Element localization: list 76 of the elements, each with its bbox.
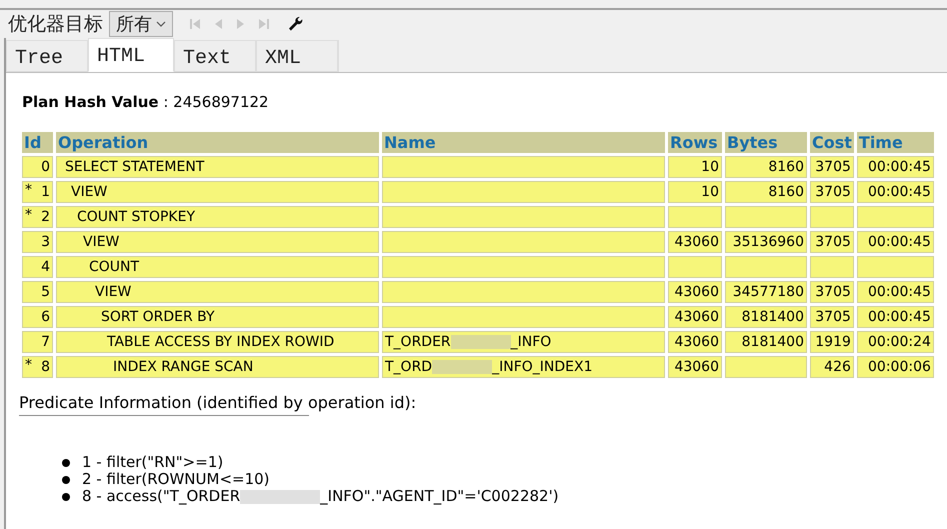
table-cell: 10 [668, 181, 722, 203]
table-cell: 00:00:45 [856, 156, 934, 178]
table-cell: 8160 [725, 156, 807, 178]
plan-hash-value: Plan Hash Value : 2456897122 [22, 93, 270, 111]
table-cell: 43060 [668, 331, 722, 353]
column-header: Time [856, 132, 934, 153]
table-cell: 0 [22, 156, 53, 178]
redaction-blur [432, 360, 492, 374]
column-header: Rows [668, 132, 722, 153]
table-cell: 8181400 [725, 331, 807, 353]
table-cell: 00:00:24 [856, 331, 934, 353]
table-cell: 4 [22, 256, 53, 278]
caret-icon [156, 21, 166, 27]
table-cell: 00:00:45 [856, 231, 934, 253]
table-cell: COUNT [56, 256, 379, 278]
table-cell: 43060 [668, 231, 722, 253]
table-cell: 5 [22, 281, 53, 303]
table-cell: 8160 [725, 181, 807, 203]
table-cell: VIEW [56, 231, 379, 253]
table-cell: 3705 [810, 306, 854, 328]
column-header: Cost [810, 132, 854, 153]
table-cell: T_ORDER _INFO [382, 331, 665, 353]
bullet-icon [62, 476, 70, 484]
table-cell: 426 [810, 356, 854, 378]
goal-dropdown[interactable]: 所有 [109, 11, 173, 37]
table-cell: 35136960 [725, 231, 807, 253]
tab[interactable]: XML [256, 40, 338, 72]
column-header: Operation [56, 132, 379, 153]
table-cell: 34577180 [725, 281, 807, 303]
table-cell: T_ORD _INFO_INDEX1 [382, 356, 665, 378]
table-cell: 3705 [810, 156, 854, 178]
bullet-icon [62, 458, 70, 466]
table-cell [668, 206, 722, 228]
table-cell: * 2 [22, 206, 53, 228]
predicate-text: 1 - filter("RN">=1) [82, 454, 224, 471]
column-header: Bytes [725, 132, 807, 153]
bullet-icon [62, 492, 70, 500]
table-cell [810, 206, 854, 228]
table-cell: 8181400 [725, 306, 807, 328]
table-cell: VIEW [56, 281, 379, 303]
table-cell: 43060 [668, 356, 722, 378]
redaction-blur [450, 335, 511, 350]
table-cell: 3705 [810, 231, 854, 253]
table-cell: TABLE ACCESS BY INDEX ROWID [56, 331, 379, 353]
column-header: Name [382, 132, 665, 153]
table-cell: 6 [22, 306, 53, 328]
table-cell: 3705 [810, 181, 854, 203]
table-cell: 00:00:06 [856, 356, 934, 378]
tab[interactable]: Text [174, 40, 256, 72]
table-cell: INDEX RANGE SCAN [56, 356, 379, 378]
table-cell [810, 256, 854, 278]
table-cell: 3 [22, 231, 53, 253]
table-cell: COUNT STOPKEY [56, 206, 379, 228]
table-cell: 7 [22, 331, 53, 353]
tab[interactable]: HTML [88, 38, 174, 72]
table-cell: VIEW [56, 181, 379, 203]
table-cell: SORT ORDER BY [56, 306, 379, 328]
table-cell: 3705 [810, 281, 854, 303]
table-cell: * 8 [22, 356, 53, 378]
table-cell: 10 [668, 156, 722, 178]
predicate-text: 8 - access("T_ORDER _INFO"."AGENT_ID"='C002282') [82, 488, 559, 505]
predicate-heading: Predicate Information (identified by operation id): [19, 393, 418, 412]
optimizer-goal-label: 优化器目标 [8, 12, 103, 37]
table-cell: 00:00:45 [856, 181, 934, 203]
table-cell: SELECT STATEMENT [56, 156, 379, 178]
column-header: Id [22, 132, 53, 153]
wrench-icon[interactable] [289, 16, 304, 32]
predicate-text: 2 - filter(ROWNUM<=10) [82, 471, 270, 488]
table-cell [668, 256, 722, 278]
table-cell: * 1 [22, 181, 53, 203]
table-cell: 43060 [668, 281, 722, 303]
tab[interactable]: Tree [6, 40, 88, 72]
table-cell: 00:00:45 [856, 306, 934, 328]
table-cell: 43060 [668, 306, 722, 328]
table-cell: 1919 [810, 331, 854, 353]
table-cell: 00:00:45 [856, 281, 934, 303]
